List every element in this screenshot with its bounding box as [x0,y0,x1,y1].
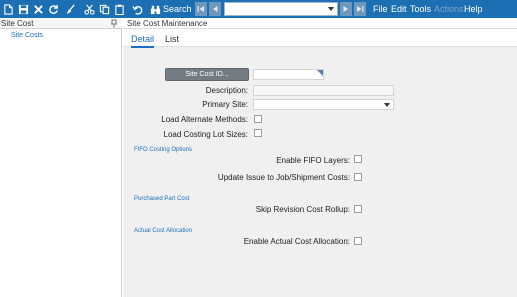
site-cost-maintenance-panel: Site Cost Maintenance Detail List Site C… [123,18,517,297]
skip-revision-checkbox[interactable] [354,205,362,213]
load-alternate-methods-checkbox[interactable] [254,115,262,123]
last-record-button[interactable] [354,2,366,16]
next-record-button[interactable] [340,2,352,16]
search-button[interactable]: Search [163,3,192,15]
enable-actual-cost-label: Enable Actual Cost Allocation: [243,237,350,246]
undo-icon[interactable] [130,2,144,16]
update-issue-label: Update Issue to Job/Shipment Costs: [217,173,350,182]
update-issue-checkbox[interactable] [354,173,362,181]
tree-panel: Site Cost Site Costs [0,18,122,297]
paste-icon[interactable] [112,2,126,16]
panel-header: Site Cost Maintenance [123,18,517,29]
enable-fifo-label: Enable FIFO Layers: [276,156,350,165]
panel-title: Site Cost Maintenance [127,19,208,28]
clear-icon[interactable] [63,2,77,16]
save-icon[interactable] [16,2,30,16]
refresh-icon[interactable] [46,2,60,16]
record-navigator-select[interactable] [224,2,338,16]
tab-list[interactable]: List [165,34,179,45]
description-input[interactable] [253,85,394,96]
menu-help[interactable]: Help [464,3,483,15]
description-label: Description: [205,86,248,95]
pin-icon[interactable] [110,19,118,28]
enable-actual-cost-checkbox[interactable] [354,237,362,245]
cut-icon[interactable] [82,2,96,16]
enable-fifo-checkbox[interactable] [354,155,362,163]
fifo-section-title: FIFO Costing Options [134,147,193,153]
menu-actions[interactable]: Actions [434,3,464,15]
primary-site-label: Primary Site: [202,100,248,109]
menu-tools[interactable]: Tools [410,3,431,15]
previous-record-button[interactable] [209,2,221,16]
skip-revision-label: Skip Revision Cost Rollup: [255,205,350,214]
corner-marker-icon [317,70,323,76]
load-alternate-methods-label: Load Alternate Methods: [161,115,248,124]
menu-file[interactable]: File [373,3,388,15]
tab-detail[interactable]: Detail [131,34,155,48]
primary-site-select[interactable] [253,99,394,110]
actual-cost-section-title: Actual Cost Allocation [134,228,193,234]
menu-edit[interactable]: Edit [391,3,407,15]
copy-icon[interactable] [97,2,111,16]
chevron-down-icon [384,103,390,107]
tree-panel-header: Site Cost [0,18,122,29]
tab-bar: Detail List [123,29,517,48]
purchased-part-cost-section-title: Purchased Part Cost [134,196,190,202]
main-toolbar: Search File Edit Tools Actions Help [0,0,517,18]
tree-item-site-costs[interactable]: Site Costs [11,32,43,39]
binoculars-icon[interactable] [148,2,162,16]
site-cost-id-input[interactable] [253,69,324,80]
site-cost-id-button[interactable]: Site Cost ID... [165,68,249,81]
first-record-button[interactable] [195,2,207,16]
chevron-down-icon [328,7,334,11]
load-costing-lot-sizes-checkbox[interactable] [254,129,262,137]
delete-icon[interactable] [31,2,45,16]
new-icon[interactable] [1,2,15,16]
load-costing-lot-sizes-label: Load Costing Lot Sizes: [163,130,249,139]
tree-panel-title: Site Cost [1,19,34,28]
